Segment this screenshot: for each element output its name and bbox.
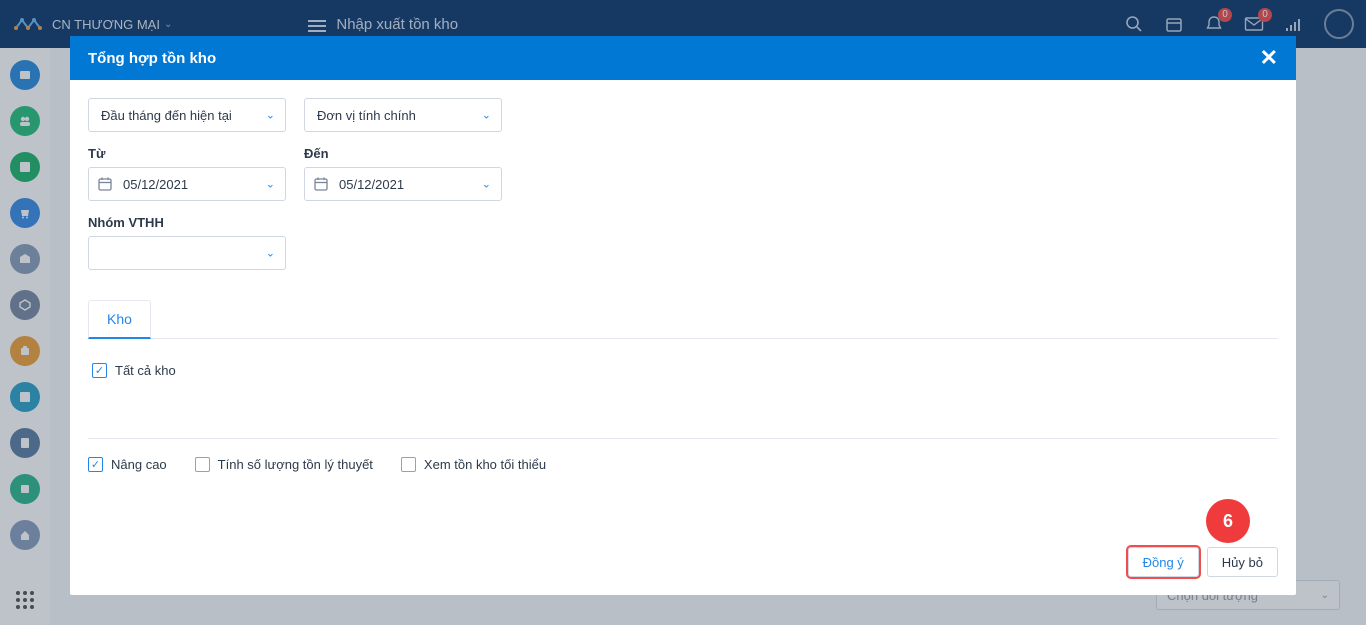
to-date-input[interactable]: 05/12/2021 ⌄ [304, 167, 502, 201]
checkbox-advanced-label: Nâng cao [111, 457, 167, 472]
modal-overlay: Tổng hợp tồn kho ✕ Đầu tháng đến hiện tạ… [0, 0, 1366, 625]
cancel-button-label: Hủy bỏ [1222, 555, 1263, 570]
modal-title: Tổng hợp tồn kho [88, 50, 216, 67]
step-annotation-label: 6 [1223, 511, 1233, 532]
chevron-down-icon: ⌄ [482, 109, 491, 122]
ok-button-label: Đồng ý [1143, 555, 1184, 570]
checkbox-theory-label: Tính số lượng tồn lý thuyết [218, 457, 373, 472]
from-label: Từ [88, 146, 286, 161]
tab-kho-label: Kho [107, 311, 132, 327]
checkbox-theory[interactable]: ✓ Tính số lượng tồn lý thuyết [195, 457, 373, 472]
chevron-down-icon: ⌄ [266, 109, 275, 122]
cancel-button[interactable]: Hủy bỏ [1207, 547, 1278, 577]
modal-body: Đầu tháng đến hiện tại ⌄ Đơn vị tính chí… [70, 80, 1296, 533]
checkbox-min-stock[interactable]: ✓ Xem tồn kho tối thiểu [401, 457, 546, 472]
to-date-value: 05/12/2021 [339, 177, 404, 192]
modal-footer: Đồng ý Hủy bỏ [70, 533, 1296, 595]
chevron-down-icon: ⌄ [266, 247, 275, 260]
calendar-icon [97, 176, 113, 192]
period-select-value: Đầu tháng đến hiện tại [101, 108, 232, 123]
close-icon[interactable]: ✕ [1260, 47, 1278, 69]
calendar-icon [313, 176, 329, 192]
checkbox-advanced[interactable]: ✓ Nâng cao [88, 457, 167, 472]
group-select[interactable]: ⌄ [88, 236, 286, 270]
ok-button[interactable]: Đồng ý [1128, 547, 1199, 577]
chevron-down-icon: ⌄ [266, 178, 275, 191]
chevron-down-icon: ⌄ [482, 178, 491, 191]
checkbox-all-label: Tất cả kho [115, 363, 176, 378]
step-annotation: 6 [1206, 499, 1250, 543]
unit-select[interactable]: Đơn vị tính chính ⌄ [304, 98, 502, 132]
tab-kho[interactable]: Kho [88, 300, 151, 339]
checkbox-checked-icon: ✓ [88, 457, 103, 472]
period-select[interactable]: Đầu tháng đến hiện tại ⌄ [88, 98, 286, 132]
to-label: Đến [304, 146, 502, 161]
from-date-input[interactable]: 05/12/2021 ⌄ [88, 167, 286, 201]
tab-content: ✓ Tất cả kho [88, 339, 1278, 388]
checkbox-unchecked-icon: ✓ [195, 457, 210, 472]
divider [88, 438, 1278, 439]
checkbox-checked-icon: ✓ [92, 363, 107, 378]
modal-header: Tổng hợp tồn kho ✕ [70, 36, 1296, 80]
from-date-value: 05/12/2021 [123, 177, 188, 192]
checkbox-unchecked-icon: ✓ [401, 457, 416, 472]
checkbox-all-warehouses[interactable]: ✓ Tất cả kho [92, 363, 1274, 378]
modal: Tổng hợp tồn kho ✕ Đầu tháng đến hiện tạ… [70, 36, 1296, 595]
checkbox-min-label: Xem tồn kho tối thiểu [424, 457, 546, 472]
group-label: Nhóm VTHH [88, 215, 286, 230]
unit-select-value: Đơn vị tính chính [317, 108, 416, 123]
tabbar: Kho [88, 300, 1278, 339]
